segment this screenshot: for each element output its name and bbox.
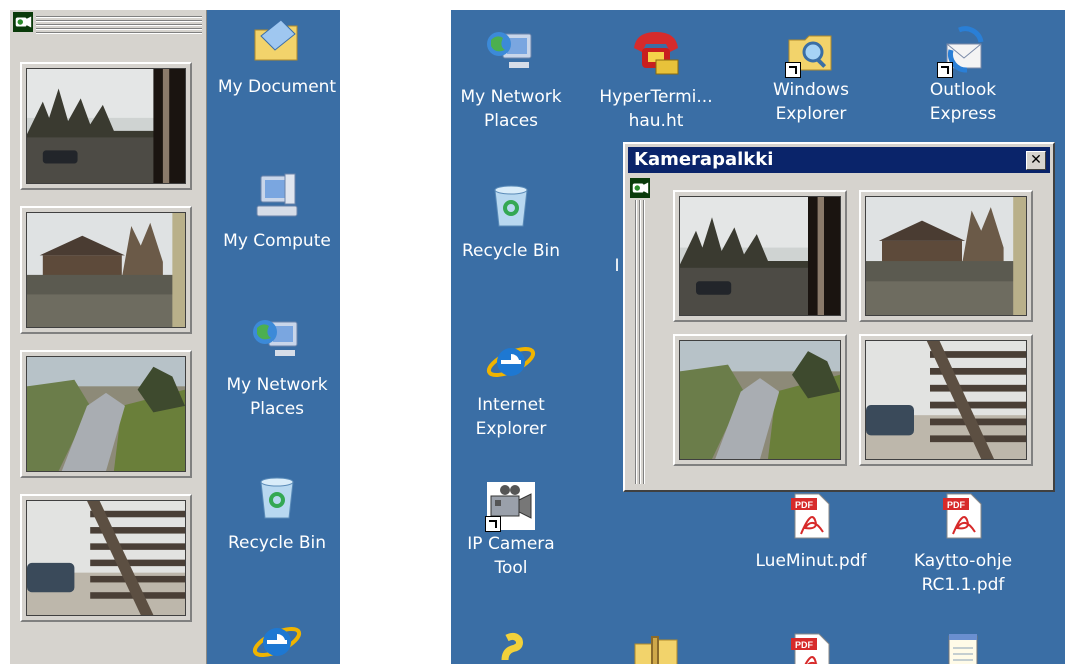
desktop-icon-pdf-3[interactable] [785,630,837,664]
close-button[interactable]: ✕ [1026,151,1046,170]
network-places-icon [251,314,303,366]
camera-bar-docked-screenshot: My Document My Compute My Network Places… [10,10,340,664]
camera-thumbnail-2[interactable] [859,190,1033,322]
camera-app-icon[interactable] [12,12,34,32]
shortcut-arrow-icon [937,62,953,78]
window-title: Kamerapalkki [634,149,774,170]
camera-thumbnail-4[interactable] [20,494,192,622]
hyperterminal-icon [630,26,682,78]
camera-app-icon[interactable] [629,178,651,198]
camera-thumbnail-1[interactable] [20,62,192,190]
desktop-icon-partial-label: I [614,256,620,276]
camera-thumbnail-4[interactable] [859,334,1033,466]
desktop-icon-kaytto-ohje-pdf[interactable]: Kaytto-ohje RC1.1.pdf [903,490,1023,597]
zip-folder-icon [631,630,683,664]
help-icon [485,630,537,664]
desktop-area-left: My Document My Compute My Network Places… [207,10,340,664]
pdf-icon [937,490,989,542]
pdf-icon [785,490,837,542]
shortcut-arrow-icon [785,62,801,78]
camera-thumbnail-2[interactable] [20,206,192,334]
desktop-icon-notepad[interactable] [937,630,989,664]
notepad-icon [937,630,989,664]
internet-explorer-icon [251,614,303,664]
desktop-icon-hyperterminal[interactable]: HyperTermi... hau.ht [591,26,721,133]
shortcut-arrow-icon [485,516,501,532]
desktop-icon-ip-camera-tool[interactable]: IP Camera Tool [451,480,571,580]
desktop-icon-recycle-bin[interactable]: Recycle Bin [451,180,571,263]
desktop-icon-my-network-places[interactable]: My Network Places [207,314,340,421]
drag-grip[interactable] [633,200,647,484]
network-places-icon [485,26,537,78]
camera-bar-docked [10,10,207,664]
desktop-icon-luminut-pdf[interactable]: LueMinut.pdf [751,490,871,573]
desktop-icon-help[interactable] [485,630,537,664]
close-icon: ✕ [1030,152,1042,168]
desktop-area-right: My Network Places HyperTermi... hau.ht W… [451,10,1065,664]
pdf-icon [785,630,837,664]
desktop-icon-zip-folder[interactable] [631,630,683,664]
folder-documents-icon [251,16,303,68]
desktop-icon-recycle-bin[interactable]: Recycle Bin [207,472,340,555]
desktop-icon-my-network-places[interactable]: My Network Places [451,26,571,133]
desktop-icon-my-documents[interactable]: My Document [207,16,340,99]
desktop-icon-my-computer[interactable]: My Compute [207,170,340,253]
desktop-icon-internet-explorer[interactable] [207,614,340,664]
recycle-bin-icon [485,180,537,232]
desktop-icon-windows-explorer[interactable]: Windows Explorer [751,26,871,126]
camera-thumbnail-1[interactable] [673,190,847,322]
window-titlebar[interactable]: Kamerapalkki ✕ [628,147,1050,173]
desktop-icon-internet-explorer[interactable]: Internet Explorer [451,334,571,441]
camera-thumbnail-3[interactable] [20,350,192,478]
computer-icon [251,170,303,222]
drag-grip[interactable] [36,14,202,34]
internet-explorer-icon [485,334,537,386]
kamerapalkki-window[interactable]: Kamerapalkki ✕ [623,142,1055,492]
camera-thumbnail-3[interactable] [673,334,847,466]
desktop-icon-outlook-express[interactable]: Outlook Express [903,26,1023,126]
recycle-bin-icon [251,472,303,524]
